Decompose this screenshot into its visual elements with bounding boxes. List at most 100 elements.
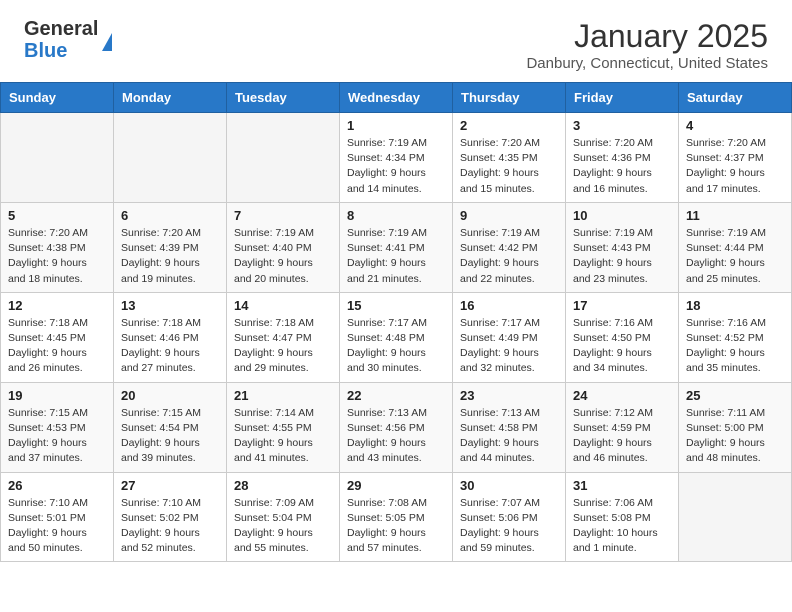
day-number: 9	[460, 208, 558, 223]
day-of-week-header: Friday	[566, 83, 679, 113]
day-info: Sunrise: 7:15 AMSunset: 4:54 PMDaylight:…	[121, 406, 219, 467]
day-info: Sunrise: 7:15 AMSunset: 4:53 PMDaylight:…	[8, 406, 106, 467]
calendar-day-cell: 22 Sunrise: 7:13 AMSunset: 4:56 PMDayligh…	[340, 382, 453, 472]
day-info: Sunrise: 7:07 AMSunset: 5:06 PMDaylight:…	[460, 496, 558, 557]
day-info: Sunrise: 7:19 AMSunset: 4:44 PMDaylight:…	[686, 226, 784, 287]
day-number: 12	[8, 298, 106, 313]
day-info: Sunrise: 7:12 AMSunset: 4:59 PMDaylight:…	[573, 406, 671, 467]
day-info: Sunrise: 7:20 AMSunset: 4:36 PMDaylight:…	[573, 136, 671, 197]
day-info: Sunrise: 7:06 AMSunset: 5:08 PMDaylight:…	[573, 496, 671, 557]
calendar-day-cell: 17 Sunrise: 7:16 AMSunset: 4:50 PMDayligh…	[566, 292, 679, 382]
day-number: 29	[347, 478, 445, 493]
calendar-day-cell: 8 Sunrise: 7:19 AMSunset: 4:41 PMDaylight…	[340, 202, 453, 292]
calendar-day-cell: 13 Sunrise: 7:18 AMSunset: 4:46 PMDayligh…	[114, 292, 227, 382]
day-number: 2	[460, 118, 558, 133]
day-of-week-header: Monday	[114, 83, 227, 113]
day-number: 7	[234, 208, 332, 223]
day-number: 13	[121, 298, 219, 313]
day-info: Sunrise: 7:13 AMSunset: 4:58 PMDaylight:…	[460, 406, 558, 467]
day-info: Sunrise: 7:20 AMSunset: 4:38 PMDaylight:…	[8, 226, 106, 287]
calendar-header-row: SundayMondayTuesdayWednesdayThursdayFrid…	[1, 83, 792, 113]
day-number: 24	[573, 388, 671, 403]
calendar-day-cell: 28 Sunrise: 7:09 AMSunset: 5:04 PMDayligh…	[227, 472, 340, 562]
week-row: 12 Sunrise: 7:18 AMSunset: 4:45 PMDayligh…	[1, 292, 792, 382]
day-info: Sunrise: 7:16 AMSunset: 4:50 PMDaylight:…	[573, 316, 671, 377]
day-info: Sunrise: 7:19 AMSunset: 4:34 PMDaylight:…	[347, 136, 445, 197]
month-year-title: January 2025	[526, 18, 768, 55]
day-info: Sunrise: 7:17 AMSunset: 4:48 PMDaylight:…	[347, 316, 445, 377]
day-info: Sunrise: 7:20 AMSunset: 4:35 PMDaylight:…	[460, 136, 558, 197]
title-block: January 2025 Danbury, Connecticut, Unite…	[526, 18, 768, 72]
day-number: 27	[121, 478, 219, 493]
calendar-day-cell: 1 Sunrise: 7:19 AMSunset: 4:34 PMDaylight…	[340, 113, 453, 203]
day-info: Sunrise: 7:11 AMSunset: 5:00 PMDaylight:…	[686, 406, 784, 467]
calendar-day-cell: 16Sunrise: 7:17 AMSunset: 4:49 PMDayligh…	[453, 292, 566, 382]
day-info: Sunrise: 7:16 AMSunset: 4:52 PMDaylight:…	[686, 316, 784, 377]
calendar-day-cell	[114, 113, 227, 203]
calendar-day-cell: 29 Sunrise: 7:08 AMSunset: 5:05 PMDayligh…	[340, 472, 453, 562]
day-info: Sunrise: 7:08 AMSunset: 5:05 PMDaylight:…	[347, 496, 445, 557]
location-subtitle: Danbury, Connecticut, United States	[526, 55, 768, 72]
calendar-day-cell	[227, 113, 340, 203]
day-number: 25	[686, 388, 784, 403]
day-info: Sunrise: 7:18 AMSunset: 4:46 PMDaylight:…	[121, 316, 219, 377]
logo-general-text: General	[24, 18, 98, 40]
day-info: Sunrise: 7:19 AMSunset: 4:42 PMDaylight:…	[460, 226, 558, 287]
day-number: 21	[234, 388, 332, 403]
day-info: Sunrise: 7:17 AMSunset: 4:49 PMDaylight:…	[460, 316, 558, 377]
day-info: Sunrise: 7:19 AMSunset: 4:40 PMDaylight:…	[234, 226, 332, 287]
day-number: 31	[573, 478, 671, 493]
day-info: Sunrise: 7:19 AMSunset: 4:43 PMDaylight:…	[573, 226, 671, 287]
calendar-day-cell: 9 Sunrise: 7:19 AMSunset: 4:42 PMDaylight…	[453, 202, 566, 292]
day-info: Sunrise: 7:13 AMSunset: 4:56 PMDaylight:…	[347, 406, 445, 467]
day-number: 1	[347, 118, 445, 133]
calendar-day-cell: 30Sunrise: 7:07 AMSunset: 5:06 PMDayligh…	[453, 472, 566, 562]
day-info: Sunrise: 7:19 AMSunset: 4:41 PMDaylight:…	[347, 226, 445, 287]
day-number: 22	[347, 388, 445, 403]
logo: General Blue	[24, 18, 112, 62]
day-info: Sunrise: 7:10 AMSunset: 5:02 PMDaylight:…	[121, 496, 219, 557]
calendar-table: SundayMondayTuesdayWednesdayThursdayFrid…	[0, 82, 792, 562]
day-info: Sunrise: 7:20 AMSunset: 4:39 PMDaylight:…	[121, 226, 219, 287]
day-info: Sunrise: 7:10 AMSunset: 5:01 PMDaylight:…	[8, 496, 106, 557]
calendar-day-cell: 15 Sunrise: 7:17 AMSunset: 4:48 PMDayligh…	[340, 292, 453, 382]
calendar-day-cell: 26Sunrise: 7:10 AMSunset: 5:01 PMDayligh…	[1, 472, 114, 562]
day-info: Sunrise: 7:18 AMSunset: 4:47 PMDaylight:…	[234, 316, 332, 377]
day-of-week-header: Wednesday	[340, 83, 453, 113]
calendar-day-cell: 18 Sunrise: 7:16 AMSunset: 4:52 PMDayligh…	[679, 292, 792, 382]
day-number: 3	[573, 118, 671, 133]
calendar-day-cell: 5Sunrise: 7:20 AMSunset: 4:38 PMDaylight…	[1, 202, 114, 292]
day-number: 6	[121, 208, 219, 223]
day-number: 19	[8, 388, 106, 403]
week-row: 26Sunrise: 7:10 AMSunset: 5:01 PMDayligh…	[1, 472, 792, 562]
day-info: Sunrise: 7:09 AMSunset: 5:04 PMDaylight:…	[234, 496, 332, 557]
day-number: 10	[573, 208, 671, 223]
page-header: General Blue January 2025 Danbury, Conne…	[0, 0, 792, 82]
logo-blue-text: Blue	[24, 40, 98, 62]
calendar-day-cell	[1, 113, 114, 203]
calendar-day-cell: 23 Sunrise: 7:13 AMSunset: 4:58 PMDayligh…	[453, 382, 566, 472]
calendar-day-cell: 2 Sunrise: 7:20 AMSunset: 4:35 PMDaylight…	[453, 113, 566, 203]
day-number: 18	[686, 298, 784, 313]
calendar-day-cell: 3 Sunrise: 7:20 AMSunset: 4:36 PMDaylight…	[566, 113, 679, 203]
day-number: 17	[573, 298, 671, 313]
day-number: 11	[686, 208, 784, 223]
day-number: 28	[234, 478, 332, 493]
day-of-week-header: Sunday	[1, 83, 114, 113]
day-number: 15	[347, 298, 445, 313]
calendar-day-cell	[679, 472, 792, 562]
day-info: Sunrise: 7:20 AMSunset: 4:37 PMDaylight:…	[686, 136, 784, 197]
day-info: Sunrise: 7:18 AMSunset: 4:45 PMDaylight:…	[8, 316, 106, 377]
week-row: 19 Sunrise: 7:15 AMSunset: 4:53 PMDayligh…	[1, 382, 792, 472]
day-number: 8	[347, 208, 445, 223]
day-number: 23	[460, 388, 558, 403]
calendar-day-cell: 31 Sunrise: 7:06 AMSunset: 5:08 PMDayligh…	[566, 472, 679, 562]
calendar-day-cell: 4 Sunrise: 7:20 AMSunset: 4:37 PMDaylight…	[679, 113, 792, 203]
day-number: 20	[121, 388, 219, 403]
calendar-day-cell: 12 Sunrise: 7:18 AMSunset: 4:45 PMDayligh…	[1, 292, 114, 382]
day-number: 4	[686, 118, 784, 133]
logo-triangle-icon	[102, 33, 112, 51]
calendar-day-cell: 14Sunrise: 7:18 AMSunset: 4:47 PMDayligh…	[227, 292, 340, 382]
calendar-day-cell: 11 Sunrise: 7:19 AMSunset: 4:44 PMDayligh…	[679, 202, 792, 292]
day-of-week-header: Tuesday	[227, 83, 340, 113]
